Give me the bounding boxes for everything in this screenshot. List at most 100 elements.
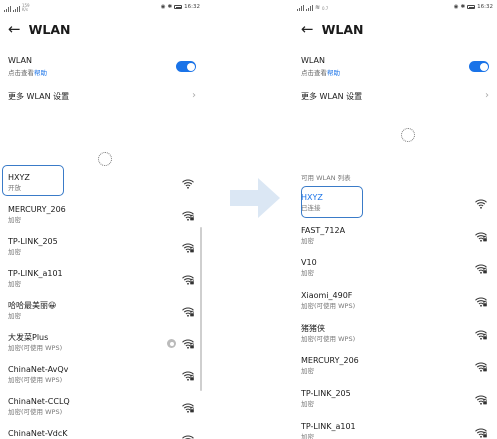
wifi-signal-icon <box>182 435 194 439</box>
network-list: HXYZ 已连接 FAST_712A 加密 V10 加密 Xiaomi_490F 加密(可使用… <box>295 188 495 439</box>
network-name: TP-LINK_205 <box>301 389 351 399</box>
wifi-signal-icon <box>182 307 194 317</box>
wifi-signal-icon <box>182 179 194 189</box>
wifi-signal-icon <box>475 362 487 373</box>
network-name: ChinaNet-AvQv <box>8 365 69 374</box>
network-status: 加密 <box>8 280 21 288</box>
network-item[interactable]: TP-LINK_205 加密 <box>2 232 202 264</box>
network-item[interactable]: MERCURY_206 加密 <box>2 200 202 232</box>
title-bar: ← WLAN <box>8 22 70 38</box>
wifi-signal-icon <box>475 395 487 405</box>
wifi-signal-icon <box>475 232 487 242</box>
network-item[interactable]: TP-LINK_205 加密 <box>295 384 495 417</box>
back-arrow-icon[interactable]: ← <box>301 22 314 37</box>
chevron-right-icon: › <box>485 90 489 101</box>
signal-icon <box>305 5 313 11</box>
title-bar: ← WLAN <box>301 22 363 38</box>
loading-spinner-icon <box>98 152 112 166</box>
network-item[interactable]: 大发菜Plus 加密(可使用 WPS) <box>2 328 202 360</box>
network-status: 加密 <box>301 400 314 409</box>
wifi-signal-icon <box>475 199 487 209</box>
wlan-label: WLAN <box>8 56 33 65</box>
scrollbar[interactable] <box>200 227 202 391</box>
wifi-signal-icon <box>475 428 487 438</box>
wlan-help-text: 点击查看帮助 <box>8 69 47 77</box>
network-name: MERCURY_206 <box>301 356 359 366</box>
network-name: TP-LINK_a101 <box>8 269 63 278</box>
network-item[interactable]: Xiaomi_490F 加密(可使用 WPS) <box>295 286 495 319</box>
more-wlan-settings[interactable]: 更多 WLAN 设置 › <box>8 90 196 105</box>
network-status: 加密 <box>8 312 21 320</box>
network-item[interactable]: 哈哈最美丽😀 加密 <box>2 296 202 328</box>
chevron-right-icon: › <box>192 90 196 101</box>
more-wlan-settings-label: 更多 WLAN 设置 <box>301 92 363 101</box>
transition-arrow-icon <box>230 178 280 218</box>
clock: 16:32 <box>184 4 200 10</box>
network-item[interactable]: TP-LINK_a101 加密 <box>295 417 495 439</box>
network-status: 加密(可使用 WPS) <box>301 334 356 343</box>
network-status: 加密 <box>8 216 21 224</box>
bluetooth-icon: ✱ <box>460 4 466 10</box>
status-right: ◉ ✱ 16:32 <box>454 4 493 10</box>
clock: 16:32 <box>477 4 493 10</box>
network-item[interactable]: FAST_712A 加密 <box>295 221 495 254</box>
network-status: 加密 <box>301 236 314 245</box>
left-screen: 159 K/s ◉ ✱ 16:32 ← WLAN WLAN 点击查看帮助 更多 W… <box>2 0 202 439</box>
network-item[interactable]: MERCURY_206 加密 <box>295 351 495 384</box>
network-status: 加密 <box>301 269 314 278</box>
wifi-signal-icon <box>182 371 194 381</box>
network-item[interactable]: V10 加密 <box>295 253 495 286</box>
back-arrow-icon[interactable]: ← <box>8 22 21 37</box>
network-name: 哈哈最美丽😀 <box>8 301 57 310</box>
help-link[interactable]: 帮助 <box>327 69 340 77</box>
network-name: TP-LINK_205 <box>8 237 58 246</box>
network-name: 猪猪侠 <box>301 323 325 333</box>
wps-icon[interactable] <box>167 339 176 348</box>
network-item[interactable]: 猪猪侠 加密(可使用 WPS) <box>295 319 495 352</box>
network-status: 加密 <box>301 432 314 439</box>
battery-icon <box>174 5 183 9</box>
more-wlan-settings-label: 更多 WLAN 设置 <box>8 92 70 101</box>
wifi-signal-icon <box>182 275 194 285</box>
wifi-signal-icon <box>182 403 194 413</box>
highlight-box <box>2 165 64 196</box>
wifi-signal-icon <box>475 297 487 307</box>
wlan-toggle-switch[interactable] <box>176 61 196 72</box>
network-speed: 0.7 <box>321 6 329 11</box>
wlan-toggle-row[interactable]: WLAN 点击查看帮助 <box>8 56 196 82</box>
network-name: FAST_712A <box>301 225 346 235</box>
status-bar: 159 K/s ◉ ✱ 16:32 <box>2 0 202 16</box>
network-status: 加密 <box>301 367 314 376</box>
network-status: 加密(可使用 WPS) <box>8 408 63 416</box>
wifi-signal-icon <box>182 211 194 221</box>
network-item[interactable]: ChinaNet-AvQv 加密(可使用 WPS) <box>2 360 202 392</box>
wifi-status-icon: ≋ <box>314 4 320 11</box>
signal-indicators: 159 K/s <box>4 4 30 12</box>
network-name: TP-LINK_a101 <box>301 421 356 431</box>
wifi-signal-icon <box>475 330 487 340</box>
more-wlan-settings[interactable]: 更多 WLAN 设置 › <box>301 90 489 105</box>
network-name: ChinaNet-VdcK <box>8 429 68 438</box>
battery-icon <box>467 5 476 9</box>
network-speed: 159 K/s <box>21 3 30 12</box>
wifi-signal-icon <box>182 243 194 253</box>
loading-spinner-icon <box>401 128 415 142</box>
signal-indicators: ≋ 0.7 <box>297 4 328 11</box>
signal-icon <box>4 6 11 12</box>
network-name: V10 <box>301 258 317 268</box>
help-link[interactable]: 帮助 <box>34 69 47 77</box>
wlan-toggle-switch[interactable] <box>469 61 489 72</box>
wifi-signal-icon <box>475 264 487 275</box>
eye-icon: ◉ <box>453 4 459 10</box>
right-screen: ≋ 0.7 ◉ ✱ 16:32 ← WLAN WLAN 点击查看帮助 更多 WL… <box>295 0 495 439</box>
network-name: MERCURY_206 <box>8 205 66 214</box>
network-item[interactable]: ChinaNet-CCLQ 加密(可使用 WPS) <box>2 392 202 424</box>
network-item[interactable]: TP-LINK_a101 加密 <box>2 264 202 296</box>
wlan-toggle-row[interactable]: WLAN 点击查看帮助 <box>301 56 489 82</box>
network-list: HXYZ 开放 MERCURY_206 加密 TP-LINK_205 加密 TP-LINK_… <box>2 168 202 439</box>
eye-icon: ◉ <box>160 4 166 10</box>
wlan-label: WLAN <box>301 56 326 65</box>
network-name: Xiaomi_490F <box>301 291 353 301</box>
network-item[interactable]: ChinaNet-VdcK <box>2 424 202 439</box>
signal-icon <box>12 6 20 12</box>
